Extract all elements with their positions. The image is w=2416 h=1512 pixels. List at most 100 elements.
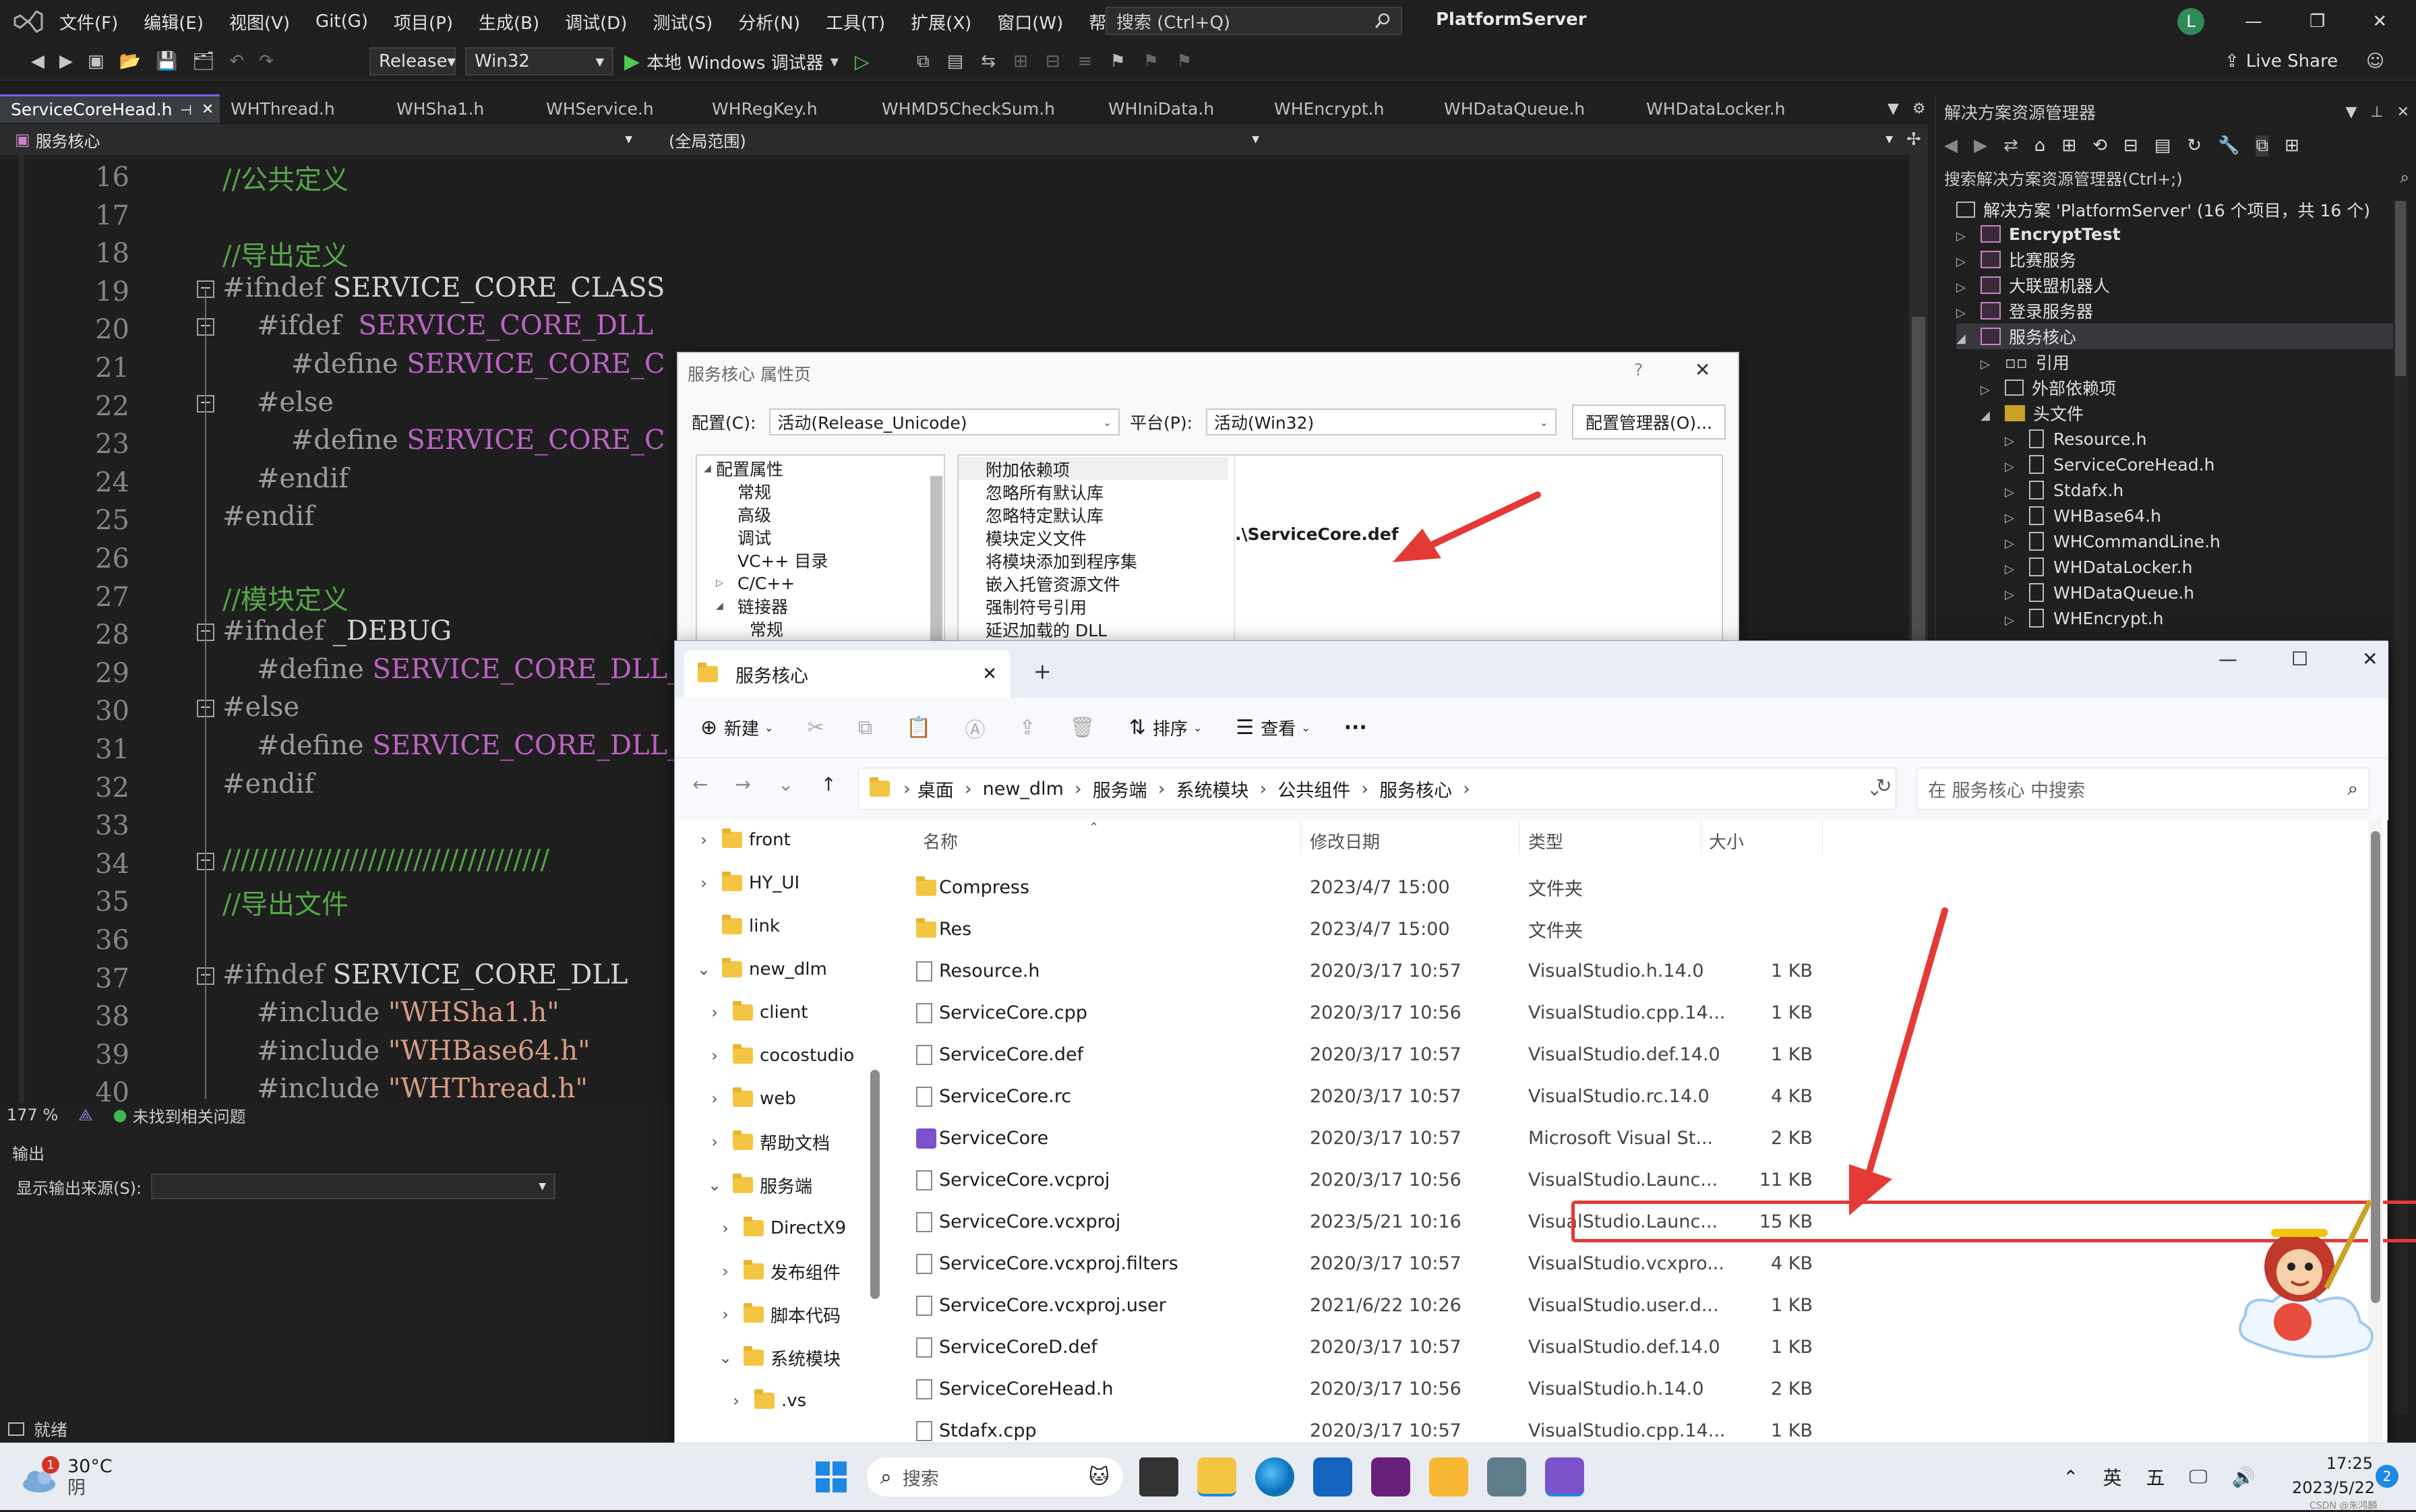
menu-item[interactable]: 分析(N) xyxy=(738,9,800,34)
expand-icon[interactable]: ▷ xyxy=(1956,280,1966,295)
scope-dropdown[interactable]: (全局范围) ▼ xyxy=(661,127,1267,152)
up-icon[interactable]: ↑ xyxy=(820,773,836,795)
close-icon[interactable]: ✕ xyxy=(2362,648,2378,670)
code-line[interactable]: 17 xyxy=(0,195,1888,233)
properties-icon[interactable]: 🔧 xyxy=(2218,135,2239,156)
file-row[interactable]: ServiceCoreD.def 2020/3/17 10:57 VisualStu… xyxy=(901,1327,2371,1366)
property-row[interactable]: 附加依赖项 xyxy=(959,457,1228,480)
breadcrumb-item[interactable]: new_dlm xyxy=(983,779,1064,799)
ime-lang[interactable]: 英 xyxy=(2103,1463,2121,1490)
windows-start-icon[interactable] xyxy=(812,1457,851,1496)
toolbar-icon[interactable]: ⊞ xyxy=(1013,51,1028,71)
refresh-icon[interactable]: ↻ xyxy=(1876,775,1892,797)
editor-tab[interactable]: WHIniData.h xyxy=(1097,94,1263,123)
breadcrumb-item[interactable]: 服务端 xyxy=(1093,776,1147,802)
editor-tab[interactable]: WHThread.h xyxy=(220,94,386,123)
breadcrumb-item[interactable]: 服务核心 xyxy=(1379,776,1452,802)
file-row[interactable]: ServiceCore.rc 2020/3/17 10:57 VisualStudi… xyxy=(901,1077,2371,1116)
config-dropdown[interactable]: Release ▼ xyxy=(369,47,456,75)
weather-widget[interactable]: 1 30°C 阴 xyxy=(19,1454,113,1501)
file-row[interactable]: ServiceCore.def 2020/3/17 10:57 VisualStud… xyxy=(901,1035,2371,1074)
toolbar-icon[interactable]: ≡ xyxy=(1078,51,1093,71)
close-icon[interactable]: ✕ xyxy=(2397,104,2409,121)
redo-icon[interactable]: ↷ xyxy=(259,51,274,71)
explorer-search[interactable]: 在 服务核心 中搜索 ⌕ xyxy=(1916,768,2369,810)
forward-icon[interactable]: → xyxy=(735,773,750,795)
expand-icon[interactable]: ▷ xyxy=(1981,383,1990,397)
close-icon[interactable]: ✕ xyxy=(1695,359,1710,381)
column-name[interactable]: 名称 xyxy=(923,828,958,853)
menu-item[interactable]: 文件(F) xyxy=(59,9,118,34)
maximize-icon[interactable]: ☐ xyxy=(2291,648,2308,670)
expand-icon[interactable]: ▷ xyxy=(2005,537,2014,551)
solution-tree-item[interactable]: ▷ WHEncrypt.h xyxy=(2005,605,2163,631)
forward-icon[interactable]: ▶ xyxy=(59,51,73,71)
clock[interactable]: 17:25 2023/5/22 xyxy=(2292,1451,2375,1500)
expand-icon[interactable]: ▷ xyxy=(2005,613,2014,628)
bookmark-icon[interactable]: ⚑ xyxy=(1176,51,1192,71)
taskbar-search[interactable]: ⌕ 搜索 🐱 xyxy=(867,1457,1123,1496)
network-icon[interactable]: 🖵 xyxy=(2190,1465,2208,1488)
property-tree-item[interactable]: ◢ 配置属性 xyxy=(704,457,783,480)
sort-button[interactable]: ⇅ 排序 ⌄ xyxy=(1129,715,1203,740)
collapse-all-icon[interactable]: ⊟ xyxy=(2123,135,2138,156)
forward-icon[interactable]: ▶ xyxy=(1974,135,1987,156)
file-row[interactable]: ServiceCore.vcproj 2020/3/17 10:56 VisualS… xyxy=(901,1160,2371,1199)
menu-item[interactable]: 编辑(E) xyxy=(144,9,204,34)
search-box[interactable]: 搜索 (Ctrl+Q) xyxy=(1106,7,1402,35)
save-all-icon[interactable]: 🗂 xyxy=(192,51,214,71)
file-row[interactable]: ServiceCore 2020/3/17 10:57 Microsoft Visu… xyxy=(901,1118,2371,1157)
chevron-down-icon[interactable]: ▼ xyxy=(2345,104,2357,121)
expand-icon[interactable]: ▷ xyxy=(1956,255,1966,269)
feedback-icon[interactable]: ☺ xyxy=(2366,51,2384,71)
solution-tree-item[interactable]: ▷ 比赛服务 xyxy=(1956,247,2076,272)
explorer-tab[interactable]: 服务核心 ✕ xyxy=(684,651,1010,698)
file-row[interactable]: ServiceCore.vcxproj.user 2021/6/22 10:26 V… xyxy=(901,1286,2371,1325)
visual-studio-2022-icon[interactable] xyxy=(1545,1457,1584,1496)
config-select[interactable]: 活动(Release_Unicode) ⌄ xyxy=(769,409,1120,435)
property-tree-item[interactable]: ◢ 链接器 xyxy=(716,595,788,617)
config-manager-button[interactable]: 配置管理器(O)... xyxy=(1572,404,1726,440)
solution-tree-item[interactable]: ▷ ▫▫ 引用 xyxy=(1981,349,2070,375)
property-row[interactable]: 嵌入托管资源文件 xyxy=(959,572,1228,595)
file-row[interactable]: ServiceCore.vcxproj.filters 2020/3/17 10:… xyxy=(901,1244,2371,1283)
solution-tree-item[interactable]: ▷ WHDataLocker.h xyxy=(2005,554,2192,580)
breadcrumb[interactable]: › 桌面 › new_dlm › 服务端 › 系统模块 › 公共组件 › 服务核心 › ⌄ xyxy=(858,768,1896,810)
more-button[interactable]: ··· xyxy=(1344,716,1367,739)
store-icon[interactable] xyxy=(1313,1457,1352,1496)
editor-tab[interactable]: WHRegKey.h xyxy=(701,94,871,123)
platform-dropdown[interactable]: Win32 ▼ xyxy=(465,47,613,75)
rename-icon[interactable]: Ⓐ xyxy=(965,713,985,743)
property-tree-item[interactable]: 调试 xyxy=(716,526,771,549)
breadcrumb-item[interactable]: 公共组件 xyxy=(1277,776,1350,802)
switch-views-icon[interactable]: ⊞ xyxy=(2061,135,2076,156)
paste-icon[interactable]: 📋 xyxy=(906,716,931,739)
property-row[interactable]: 模块定义文件 xyxy=(959,526,1228,549)
property-row[interactable]: 忽略特定默认库 xyxy=(959,503,1228,526)
delete-icon[interactable]: 🗑 xyxy=(1070,716,1095,739)
expand-icon[interactable]: ◢ xyxy=(1956,332,1966,346)
project-dropdown[interactable]: ▣ 服务核心 ▼ xyxy=(7,127,640,152)
def-file-value[interactable]: .\ServiceCore.def xyxy=(1235,524,1399,544)
settings-icon[interactable]: ⚙ xyxy=(1912,100,1926,117)
expand-icon[interactable]: ▷ xyxy=(2005,511,2014,525)
new-tab-icon[interactable]: + xyxy=(1033,659,1052,684)
breadcrumb-item[interactable]: 桌面 xyxy=(917,776,954,802)
copy-icon[interactable]: ⧉ xyxy=(858,716,872,739)
undo-icon[interactable]: ↶ xyxy=(229,51,244,71)
expand-icon[interactable]: ▷ xyxy=(2005,485,2014,500)
zoom-level[interactable]: 177 % xyxy=(7,1106,58,1124)
close-icon[interactable]: ✕ xyxy=(202,101,214,118)
editor-tab[interactable]: WHSha1.h xyxy=(386,94,535,123)
property-tree-item[interactable]: 常规 xyxy=(716,480,771,503)
live-share-button[interactable]: ⇪ Live Share xyxy=(2225,47,2338,75)
menu-item[interactable]: 扩展(X) xyxy=(911,9,971,34)
file-row[interactable]: ServiceCore.cpp 2020/3/17 10:56 VisualStud… xyxy=(901,993,2371,1032)
expand-icon[interactable]: ▷ xyxy=(1981,357,1990,371)
breadcrumb-item[interactable]: 系统模块 xyxy=(1176,776,1249,802)
show-files-icon[interactable]: ▤ xyxy=(2154,135,2171,156)
minimize-icon[interactable]: — xyxy=(2245,11,2262,32)
ime-mode[interactable]: 五 xyxy=(2146,1463,2165,1490)
sync-icon[interactable]: ⇄ xyxy=(2003,135,2018,156)
start-without-debug-icon[interactable]: ▷ xyxy=(855,51,870,73)
